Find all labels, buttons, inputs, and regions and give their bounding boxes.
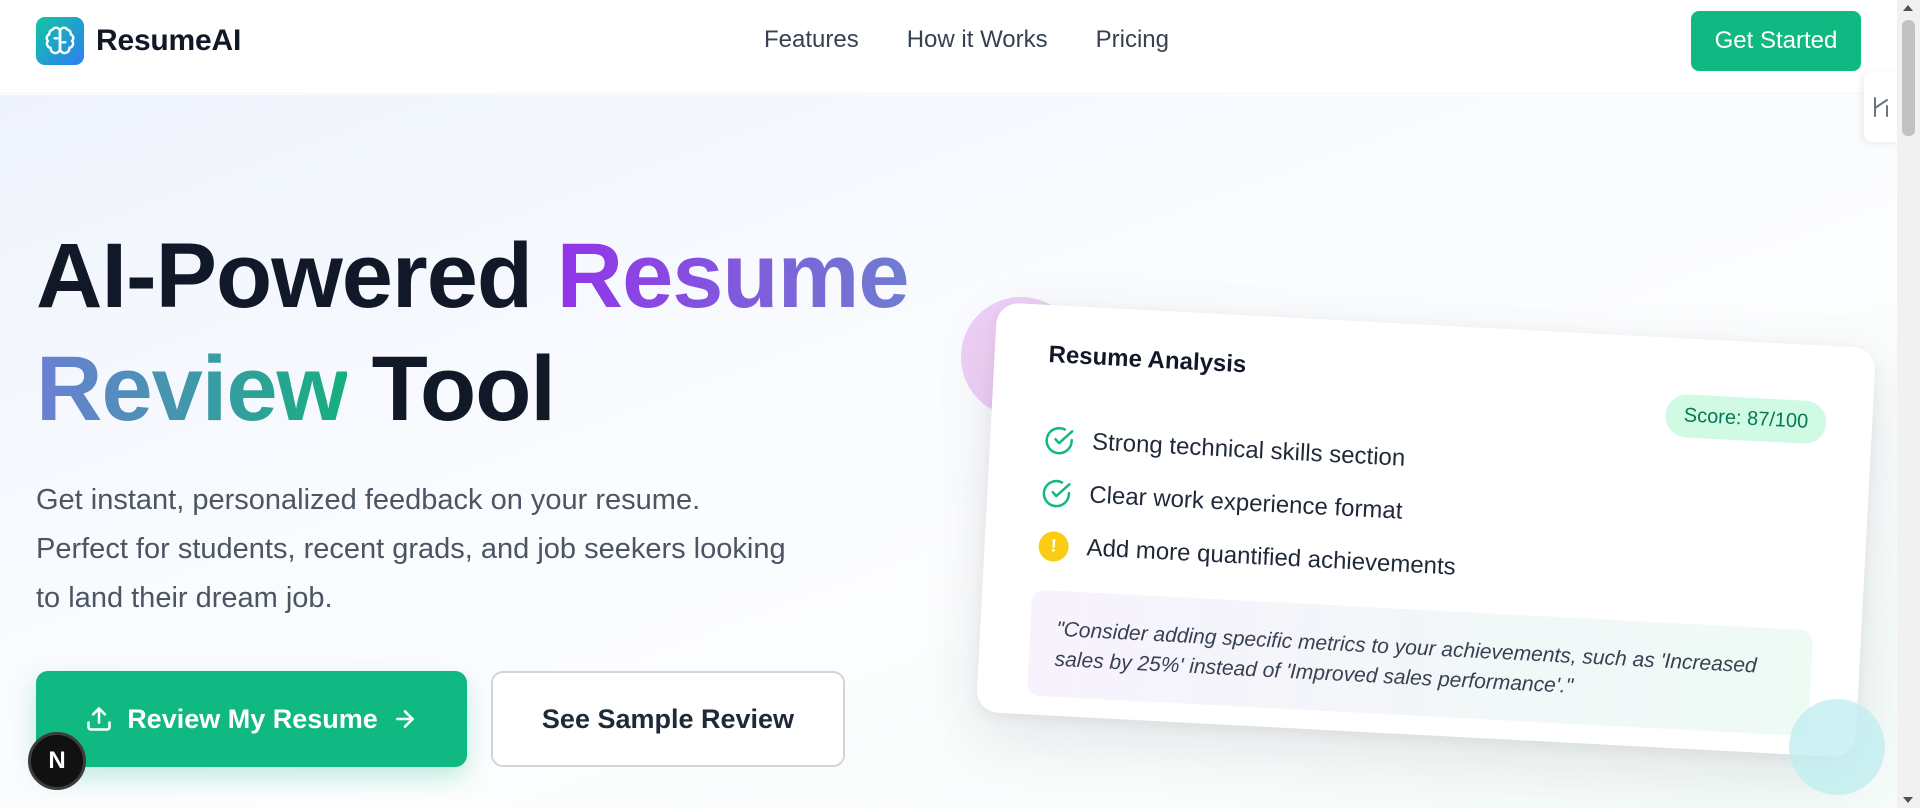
- scrollbar-thumb[interactable]: [1902, 20, 1915, 136]
- check-circle-icon: [1045, 426, 1074, 454]
- warning-icon: !: [1037, 530, 1070, 562]
- review-my-resume-label: Review My Resume: [127, 703, 378, 734]
- hero-subtext: Get instant, personalized feedback on yo…: [36, 484, 786, 614]
- decorative-blob-teal: [1789, 699, 1885, 795]
- scroll-up-icon[interactable]: [1903, 5, 1913, 11]
- analysis-item-text: Strong technical skills section: [1091, 427, 1406, 472]
- site-header: ResumeAI Features How it Works Pricing G…: [0, 0, 1897, 94]
- get-started-button[interactable]: Get Started: [1691, 11, 1861, 71]
- headline-accent-resume: Resume: [556, 225, 910, 327]
- page-scrollbar[interactable]: [1897, 0, 1920, 808]
- brain-icon: [36, 17, 84, 65]
- analysis-list: Strong technical skills section Clear wo…: [1037, 413, 1744, 608]
- analysis-item-text: Add more quantified achievements: [1085, 533, 1457, 581]
- extension-tab[interactable]: [1864, 72, 1897, 142]
- brand[interactable]: ResumeAI: [36, 17, 241, 65]
- hero-headline: AI-Powered Resume Review Tool: [36, 220, 936, 446]
- review-my-resume-button[interactable]: Review My Resume: [36, 671, 467, 767]
- dev-tools-badge[interactable]: N: [28, 732, 86, 790]
- arrow-right-icon: [395, 710, 414, 728]
- see-sample-review-button[interactable]: See Sample Review: [491, 671, 845, 767]
- headline-text-2: Tool: [347, 338, 556, 440]
- check-circle-icon: [1042, 479, 1071, 507]
- analysis-item-text: Clear work experience format: [1088, 480, 1404, 525]
- score-badge: Score: 87/100: [1664, 393, 1828, 445]
- nav-features[interactable]: Features: [764, 26, 859, 54]
- extension-icon: [1873, 97, 1888, 117]
- main-nav: Features How it Works Pricing: [764, 26, 1169, 54]
- nav-how-it-works[interactable]: How it Works: [907, 26, 1048, 54]
- upload-icon: [87, 707, 111, 731]
- nav-pricing[interactable]: Pricing: [1096, 26, 1169, 54]
- headline-text-1: AI-Powered: [36, 225, 557, 327]
- feedback-quote: "Consider adding specific metrics to you…: [1026, 589, 1814, 737]
- resume-analysis-card: Resume Analysis Score: 87/100 Strong tec…: [975, 302, 1877, 758]
- brand-name: ResumeAI: [96, 24, 242, 57]
- card-title: Resume Analysis: [1047, 341, 1247, 379]
- scroll-down-icon[interactable]: [1903, 797, 1913, 803]
- headline-accent-review: Review: [36, 338, 348, 440]
